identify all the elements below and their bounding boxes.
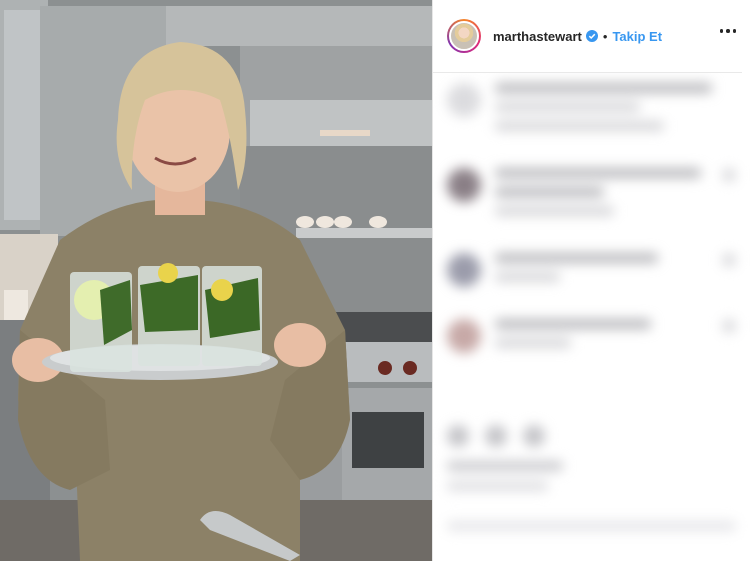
- profile-avatar[interactable]: [447, 19, 481, 53]
- username-link[interactable]: marthastewart: [493, 29, 582, 44]
- post-side-panel: marthastewart • Takip Et: [432, 0, 750, 561]
- post-header: marthastewart • Takip Et: [433, 0, 742, 73]
- blurred-comment: [447, 168, 736, 225]
- more-options-icon[interactable]: [719, 29, 736, 33]
- follow-button[interactable]: Takip Et: [612, 29, 662, 44]
- separator-dot: •: [602, 28, 608, 44]
- comments-list: [433, 73, 750, 561]
- blurred-comment: [447, 319, 736, 357]
- verified-badge-icon: [585, 30, 598, 42]
- post-photo: [0, 0, 432, 561]
- kitchen-scene-image: [0, 0, 432, 561]
- blurred-actions: [447, 425, 736, 541]
- blurred-comment: [447, 83, 736, 140]
- avatar-image: [449, 21, 479, 51]
- blurred-comment: [447, 253, 736, 291]
